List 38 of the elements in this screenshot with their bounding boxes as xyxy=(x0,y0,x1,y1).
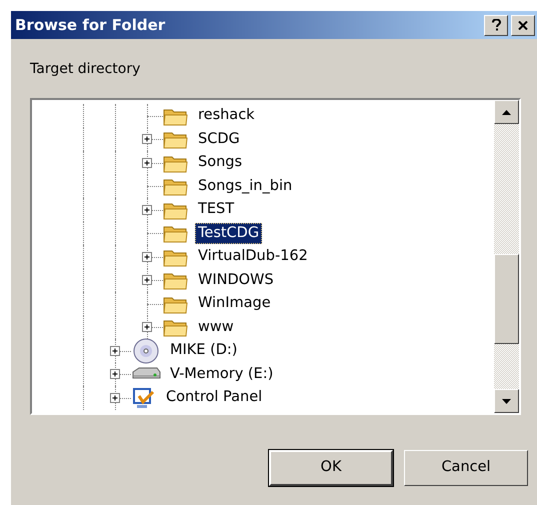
scroll-up-button[interactable] xyxy=(494,100,519,124)
tree-item[interactable]: TestCDG xyxy=(195,222,262,244)
disc-icon xyxy=(131,338,161,364)
tree-item[interactable]: SCDG xyxy=(195,128,243,150)
expand-icon[interactable] xyxy=(110,369,120,380)
prompt-label: Target directory xyxy=(30,60,140,79)
dialog-button[interactable]: OK xyxy=(269,450,393,486)
expand-icon[interactable] xyxy=(142,134,152,144)
tree-item[interactable]: Control Panel xyxy=(163,387,266,408)
close-button[interactable] xyxy=(511,14,535,36)
help-icon xyxy=(492,19,500,31)
down-arrow-icon xyxy=(502,398,511,404)
help-button[interactable] xyxy=(484,14,508,36)
tree-item[interactable]: V-Memory (E:) xyxy=(167,364,276,385)
scroll-down-button[interactable] xyxy=(494,389,519,413)
close-icon xyxy=(518,20,528,30)
expand-icon[interactable] xyxy=(142,204,152,215)
scroll-thumb[interactable] xyxy=(494,254,519,344)
expand-icon[interactable] xyxy=(142,322,152,332)
up-arrow-icon xyxy=(502,110,511,114)
tree-item[interactable]: Songs xyxy=(195,152,246,174)
control-panel-icon xyxy=(131,386,157,410)
tree-item[interactable]: reshack xyxy=(195,105,258,126)
tree-item[interactable]: WINDOWS xyxy=(195,270,277,291)
tree-item[interactable]: VirtualDub-162 xyxy=(195,246,311,268)
expand-icon[interactable] xyxy=(110,392,120,403)
expand-icon[interactable] xyxy=(110,346,120,356)
tree-item[interactable]: TEST xyxy=(195,199,238,220)
tree-item[interactable]: MIKE (D:) xyxy=(167,340,240,362)
dialog-button[interactable]: Cancel xyxy=(404,450,528,486)
scrollbar[interactable] xyxy=(494,100,519,413)
window-title: Browse for Folder xyxy=(15,14,166,36)
expand-icon[interactable] xyxy=(142,275,152,286)
tree-item[interactable]: Songs_in_bin xyxy=(195,176,296,197)
tree-item[interactable]: www xyxy=(195,316,237,338)
expand-icon[interactable] xyxy=(142,158,152,168)
expand-icon[interactable] xyxy=(142,252,152,262)
tree-item[interactable]: WinImage xyxy=(195,293,274,314)
